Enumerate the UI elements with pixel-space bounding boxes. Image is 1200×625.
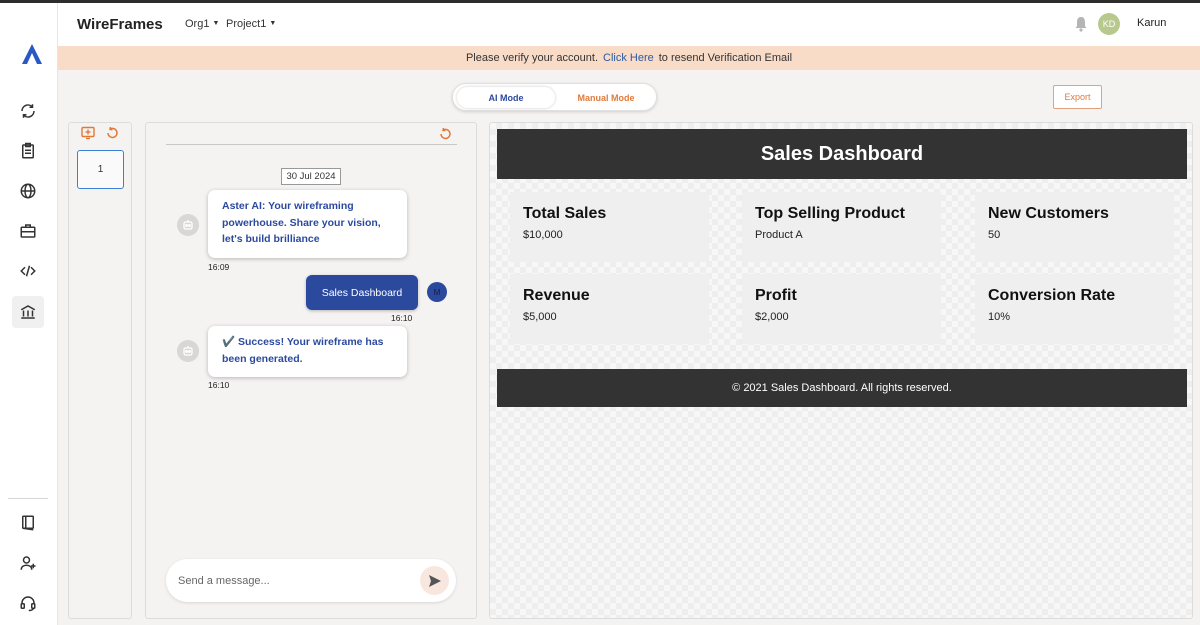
chat-divider — [166, 144, 457, 145]
chat-panel: 30 Jul 2024 Aster AI: Your wireframing p… — [145, 122, 477, 619]
refresh-icon[interactable] — [438, 127, 452, 141]
message-time: 16:10 — [391, 313, 413, 323]
bell-icon[interactable] — [1074, 16, 1088, 32]
project-selector[interactable]: Project1 ▼ — [226, 18, 276, 30]
app-title: WireFrames — [77, 16, 163, 33]
card-value: Product A — [755, 229, 803, 241]
globe-icon[interactable] — [15, 178, 41, 204]
pages-panel: 1 — [68, 122, 132, 619]
headset-icon[interactable] — [15, 590, 41, 616]
card-value: $2,000 — [755, 311, 789, 323]
page-thumbnail[interactable]: 1 — [77, 150, 124, 189]
bot-message: Aster AI: Your wireframing powerhouse. S… — [208, 190, 407, 258]
refresh-icon[interactable] — [15, 98, 41, 124]
card-value: $5,000 — [523, 311, 557, 323]
send-icon — [428, 574, 441, 587]
mode-toggle: AI Mode Manual Mode — [452, 83, 657, 111]
metric-card: New Customers 50 — [975, 192, 1174, 262]
resend-link[interactable]: Click Here — [603, 52, 654, 64]
message-time: 16:09 — [208, 262, 230, 272]
card-title: New Customers — [988, 205, 1109, 222]
briefcase-icon[interactable] — [15, 218, 41, 244]
wireframe-preview: Sales Dashboard Total Sales $10,000 Top … — [489, 122, 1193, 619]
add-user-icon[interactable] — [15, 550, 41, 576]
card-value: 50 — [988, 229, 1001, 241]
metric-card: Conversion Rate 10% — [975, 274, 1174, 344]
top-header: WireFrames Org1 ▼ Project1 ▼ KD Karun — [58, 3, 1200, 46]
user-name[interactable]: Karun — [1137, 17, 1166, 29]
metric-card: Profit $2,000 — [742, 274, 941, 344]
card-title: Profit — [755, 287, 797, 304]
metric-card: Top Selling Product Product A — [742, 192, 941, 262]
send-button[interactable] — [420, 566, 449, 595]
card-title: Conversion Rate — [988, 287, 1116, 304]
message-time: 16:10 — [208, 380, 230, 390]
metric-card: Total Sales $10,000 — [510, 192, 709, 262]
card-value: 10% — [988, 311, 1011, 323]
robot-icon — [183, 220, 193, 230]
sidebar — [0, 3, 58, 625]
add-page-icon[interactable] — [81, 126, 95, 140]
bot-avatar — [177, 214, 199, 236]
preview-title: Sales Dashboard — [497, 129, 1187, 179]
user-message: Sales Dashboard — [306, 275, 418, 310]
ai-mode-button[interactable]: AI Mode — [457, 87, 555, 108]
code-icon[interactable] — [15, 258, 41, 284]
sidebar-divider — [8, 498, 48, 499]
robot-icon — [183, 346, 193, 356]
chevron-down-icon: ▼ — [269, 20, 277, 27]
date-chip: 30 Jul 2024 — [281, 168, 341, 185]
bank-icon[interactable] — [12, 296, 44, 328]
banner-text-after: to resend Verification Email — [658, 52, 793, 64]
bot-message: ✔️ Success! Your wireframe has been gene… — [208, 326, 407, 377]
bot-avatar — [177, 340, 199, 362]
metric-card: Revenue $5,000 — [510, 274, 709, 344]
chevron-down-icon: ▼ — [212, 20, 220, 27]
message-input[interactable] — [178, 571, 408, 591]
export-button[interactable]: Export — [1053, 85, 1102, 109]
card-title: Top Selling Product — [755, 205, 905, 222]
org-label: Org1 — [185, 18, 210, 30]
banner-text: Please verify your account. — [465, 52, 599, 64]
logo-icon[interactable] — [20, 43, 44, 65]
clipboard-icon[interactable] — [15, 138, 41, 164]
user-avatar: M — [427, 282, 447, 302]
project-label: Project1 — [226, 18, 267, 30]
manual-mode-button[interactable]: Manual Mode — [557, 87, 655, 108]
card-value: $10,000 — [523, 229, 563, 241]
message-input-container — [166, 559, 456, 602]
avatar[interactable]: KD — [1098, 13, 1120, 35]
book-icon[interactable] — [15, 510, 41, 536]
verification-banner: Please verify your account. Click Here t… — [58, 46, 1200, 70]
card-title: Revenue — [523, 287, 590, 304]
org-selector[interactable]: Org1 ▼ — [185, 18, 219, 30]
preview-footer: © 2021 Sales Dashboard. All rights reser… — [497, 369, 1187, 407]
refresh-icon[interactable] — [105, 126, 119, 140]
card-title: Total Sales — [523, 205, 607, 222]
